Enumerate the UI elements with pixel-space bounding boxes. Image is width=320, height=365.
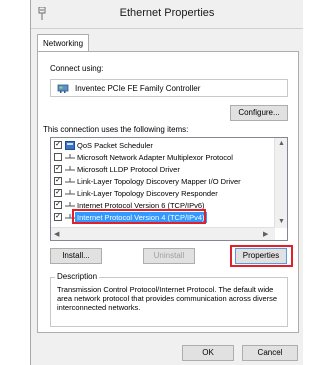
protocol-icon xyxy=(65,166,75,171)
scroll-up-icon[interactable]: ▲ xyxy=(278,140,285,147)
item-label: Link-Layer Topology Discovery Mapper I/O… xyxy=(77,177,241,186)
cancel-button[interactable]: Cancel xyxy=(242,345,298,361)
item-checkbox[interactable]: ✓ xyxy=(54,141,62,149)
annotation-highlight-ipv4 xyxy=(72,209,206,224)
qos-icon xyxy=(65,141,75,150)
description-group: Description Transmission Control Protoco… xyxy=(50,272,288,327)
scroll-right-icon[interactable]: ▶ xyxy=(263,230,268,238)
protocol-icon xyxy=(65,154,75,159)
item-checkbox[interactable]: ✓ xyxy=(54,165,62,173)
title-bar[interactable]: Ethernet Properties xyxy=(31,0,303,29)
item-label: Microsoft LLDP Protocol Driver xyxy=(77,165,180,174)
list-item[interactable]: ✓ Link-Layer Topology Discovery Mapper I… xyxy=(54,176,274,187)
ok-button[interactable]: OK xyxy=(182,345,234,361)
item-checkbox[interactable]: ✓ xyxy=(54,189,62,197)
description-text: Transmission Control Protocol/Internet P… xyxy=(57,285,278,312)
item-label: Microsoft Network Adapter Multiplexor Pr… xyxy=(77,153,233,162)
configure-button[interactable]: Configure... xyxy=(230,105,288,121)
scroll-left-icon[interactable]: ◀ xyxy=(54,230,59,238)
list-item[interactable]: ✓ Link-Layer Topology Discovery Responde… xyxy=(54,188,274,199)
dialog-footer: OK Cancel xyxy=(31,333,303,365)
protocol-icon xyxy=(65,178,75,183)
description-legend: Description xyxy=(55,272,100,281)
tab-networking[interactable]: Networking xyxy=(37,34,90,52)
item-label: QoS Packet Scheduler xyxy=(77,141,153,150)
vertical-scrollbar[interactable]: ▲ ▼ xyxy=(274,138,287,228)
horizontal-scrollbar[interactable]: ◀ ▶ xyxy=(51,227,275,240)
networking-panel: Connect using: Inventec PCIe FE Family C… xyxy=(37,51,299,333)
properties-window: Ethernet Properties Networking Connect u… xyxy=(30,0,303,365)
list-item[interactable]: ✓ QoS Packet Scheduler xyxy=(54,140,274,151)
components-list[interactable]: ✓ QoS Packet Scheduler Microsoft Network… xyxy=(50,137,288,241)
item-checkbox[interactable] xyxy=(54,153,62,161)
item-checkbox[interactable]: ✓ xyxy=(54,213,62,221)
install-button[interactable]: Install... xyxy=(50,248,102,264)
list-item[interactable]: Microsoft Network Adapter Multiplexor Pr… xyxy=(54,152,274,163)
tab-strip: Networking xyxy=(37,34,299,52)
window-title: Ethernet Properties xyxy=(119,7,215,19)
components-label: This connection uses the following items… xyxy=(43,125,189,134)
connect-using-label: Connect using: xyxy=(50,64,104,73)
item-checkbox[interactable]: ✓ xyxy=(54,177,62,185)
network-adapter-icon xyxy=(57,84,69,93)
scroll-down-icon[interactable]: ▼ xyxy=(278,218,285,225)
adapter-field: Inventec PCIe FE Family Controller xyxy=(50,79,288,97)
list-item[interactable]: ✓ Microsoft LLDP Protocol Driver xyxy=(54,164,274,175)
adapter-name: Inventec PCIe FE Family Controller xyxy=(75,84,201,93)
item-label: Link-Layer Topology Discovery Responder xyxy=(77,189,218,198)
item-checkbox[interactable]: ✓ xyxy=(54,201,62,209)
annotation-highlight-properties xyxy=(230,245,293,267)
protocol-icon xyxy=(65,190,75,195)
uninstall-button[interactable]: Uninstall xyxy=(143,248,195,264)
